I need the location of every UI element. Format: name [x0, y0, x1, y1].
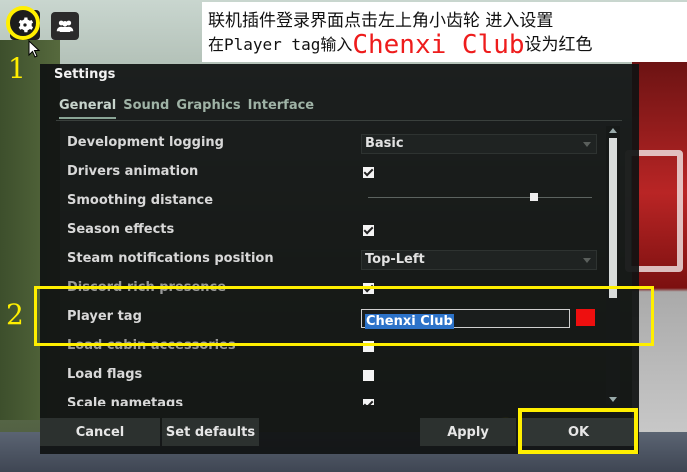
tab-graphics[interactable]: Graphics	[176, 98, 240, 119]
smoothing-distance-knob[interactable]	[529, 193, 538, 201]
drivers-animation-checkbox[interactable]	[363, 167, 374, 178]
tab-sound[interactable]: Sound	[123, 98, 169, 119]
scroll-down-arrow-icon[interactable]	[609, 397, 617, 402]
players-button[interactable]	[51, 12, 79, 40]
mouse-cursor-icon	[28, 40, 41, 58]
apply-button[interactable]: Apply	[420, 418, 516, 446]
instruction-line-2: 在Player tag输入Chenxi Club设为红色	[208, 30, 593, 60]
gear-highlight-circle	[6, 6, 40, 40]
smoothing-distance-label: Smoothing distance	[67, 193, 214, 208]
drivers-animation-label: Drivers animation	[67, 164, 199, 179]
smoothing-distance-slider[interactable]	[368, 197, 592, 198]
steam-notifications-label: Steam notifications position	[67, 251, 274, 266]
steam-notifications-select[interactable]: Top-Left	[361, 250, 597, 270]
development-logging-value: Basic	[365, 136, 404, 151]
ok-highlight-box	[518, 408, 638, 454]
tab-general[interactable]: General	[59, 98, 117, 119]
development-logging-select[interactable]: Basic	[361, 134, 597, 154]
scrollbar-thumb[interactable]	[609, 138, 617, 298]
users-icon	[56, 20, 74, 32]
step-number-1: 1	[8, 52, 26, 85]
instruction-line-1: 联机插件登录界面点击左上角小齿轮 进入设置	[208, 11, 554, 31]
set-defaults-button[interactable]: Set defaults	[162, 418, 259, 446]
chevron-down-icon	[583, 142, 591, 147]
tab-bar: General Sound Graphics Interface	[59, 98, 321, 119]
cancel-button[interactable]: Cancel	[40, 418, 160, 446]
scroll-up-arrow-icon[interactable]	[609, 128, 617, 133]
tab-divider	[56, 120, 622, 121]
instruction-prefix: 在Player tag输入	[208, 35, 353, 54]
instruction-suffix: 设为红色	[524, 35, 593, 55]
tab-interface[interactable]: Interface	[248, 98, 315, 119]
steam-notifications-value: Top-Left	[365, 252, 425, 267]
dialog-title: Settings	[54, 67, 116, 82]
season-effects-checkbox[interactable]	[363, 225, 374, 236]
scale-nametags-checkbox[interactable]	[363, 399, 374, 405]
development-logging-label: Development logging	[67, 135, 224, 150]
load-flags-checkbox[interactable]	[363, 370, 374, 381]
player-tag-highlight-box	[34, 286, 654, 346]
chevron-down-icon	[583, 258, 591, 263]
settings-scrollbar[interactable]	[606, 126, 620, 404]
load-flags-label: Load flags	[67, 367, 143, 382]
season-effects-label: Season effects	[67, 222, 175, 237]
settings-dialog: Settings General Sound Graphics Interfac…	[40, 64, 639, 454]
background-red-sign	[625, 60, 687, 440]
step-number-2: 2	[6, 298, 24, 331]
instruction-highlight: Chenxi Club	[352, 30, 525, 60]
scale-nametags-label: Scale nametags	[67, 396, 184, 406]
